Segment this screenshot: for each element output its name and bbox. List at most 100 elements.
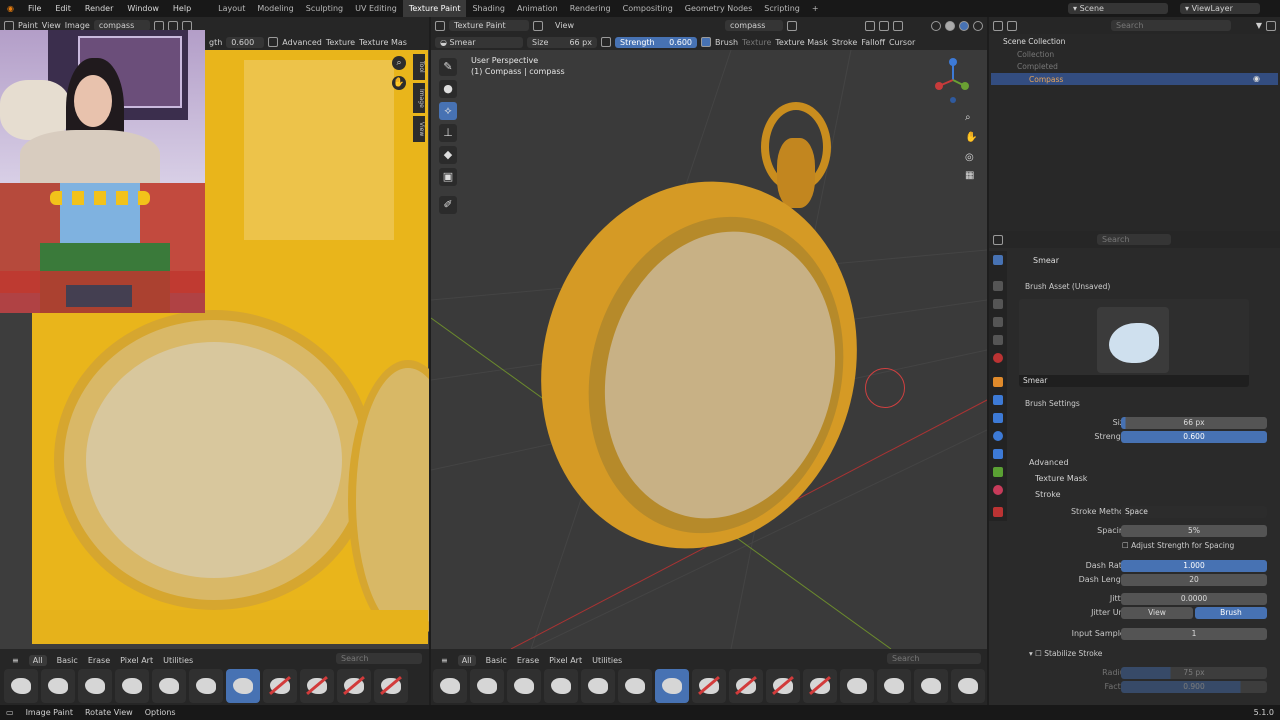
workspace-tab-modeling[interactable]: Modeling <box>251 0 299 17</box>
tool-fill-icon[interactable]: ● <box>439 80 457 98</box>
shading-solid-icon[interactable] <box>945 20 955 31</box>
brush-thumb-erase[interactable] <box>803 669 837 703</box>
scene-tab-icon[interactable] <box>993 335 1003 345</box>
dash-length-field[interactable]: 20 <box>1121 574 1267 586</box>
outliner-item-completed[interactable]: Completed <box>1017 62 1058 71</box>
viewport-zoom-icon[interactable]: ⌕ <box>965 112 979 126</box>
shelf-search-viewport[interactable]: Search <box>887 653 981 664</box>
workspace-tab-animation[interactable]: Animation <box>511 0 564 17</box>
input-samples-field[interactable]: 1 <box>1121 628 1267 640</box>
navigation-gizmo[interactable] <box>931 56 977 106</box>
brush-thumb[interactable] <box>4 669 38 703</box>
workspace-tab-geometry-nodes[interactable]: Geometry Nodes <box>679 0 758 17</box>
output-tab-icon[interactable] <box>993 299 1003 309</box>
shading-material-icon[interactable] <box>959 20 969 31</box>
menu-window[interactable]: Window <box>120 4 166 13</box>
mode-selector[interactable]: Texture Paint <box>449 20 529 31</box>
brush-thumb-erase[interactable] <box>300 669 334 703</box>
blender-logo-icon[interactable]: ◉ <box>0 4 21 13</box>
stabilize-stroke-section[interactable]: ▾ ☐ Stabilize Stroke <box>1029 649 1102 658</box>
menu-file[interactable]: File <box>21 4 48 13</box>
side-tab-image[interactable]: Image <box>413 83 425 113</box>
image-editor-image-menu[interactable]: Image <box>65 21 90 30</box>
jitter-field[interactable]: 0.0000 <box>1121 593 1267 605</box>
tool-tab-icon[interactable] <box>993 255 1003 265</box>
jitter-unit-view[interactable]: View <box>1121 607 1193 619</box>
brush-menu[interactable]: Brush <box>715 38 738 47</box>
shelf-tab-pixel-art[interactable]: Pixel Art <box>120 656 153 665</box>
brush-thumb[interactable] <box>840 669 874 703</box>
brush-thumb[interactable] <box>152 669 186 703</box>
shelf-tab-utilities[interactable]: Utilities <box>592 656 622 665</box>
strength-field[interactable]: 0.600 <box>1121 431 1267 443</box>
camera-icon[interactable]: ◎ <box>965 152 979 166</box>
brush-selector[interactable]: ◒ Smear <box>435 36 523 48</box>
particles-tab-icon[interactable] <box>993 413 1003 423</box>
outliner-type-icon[interactable] <box>993 20 1003 31</box>
material-icon[interactable] <box>787 20 797 31</box>
tool-paint-brush-icon[interactable]: ✎ <box>439 58 457 76</box>
brush-settings-header[interactable]: Brush Settings <box>1025 399 1080 408</box>
visibility-eye-icon[interactable]: ◉ <box>1253 74 1260 83</box>
filter-icon[interactable]: ▼ <box>1256 21 1262 30</box>
view-layer-selector[interactable]: ▾ ViewLayer <box>1180 3 1260 14</box>
texture-mask-menu-header[interactable]: Texture Mask <box>775 38 827 47</box>
shelf-tab-basic[interactable]: Basic <box>486 656 507 665</box>
image-strength-field[interactable]: 0.600 <box>226 36 265 48</box>
brush-asset-preview[interactable]: Smear <box>1019 299 1249 387</box>
workspace-tab-rendering[interactable]: Rendering <box>564 0 617 17</box>
add-workspace-button[interactable]: + <box>806 0 825 17</box>
object-selector[interactable]: compass <box>725 20 783 31</box>
material-tab-icon[interactable] <box>993 485 1003 495</box>
image-browse-icon[interactable] <box>153 20 164 31</box>
viewport-pan-icon[interactable]: ✋ <box>965 132 979 146</box>
tool-annotate-icon[interactable]: ✐ <box>439 196 457 214</box>
3d-viewport[interactable]: User Perspective (1) Compass | compass ✎… <box>431 50 987 649</box>
shelf-tab-all[interactable]: All <box>457 654 476 666</box>
texture-menu[interactable]: Texture <box>326 38 355 47</box>
shelf-tab-pixel-art[interactable]: Pixel Art <box>549 656 582 665</box>
brush-thumb-erase[interactable] <box>729 669 763 703</box>
factor-field[interactable]: 0.900 <box>1121 681 1267 693</box>
workspace-tab-sculpting[interactable]: Sculpting <box>300 0 349 17</box>
side-tab-tool[interactable]: Tool <box>413 54 425 80</box>
texture-mask-section[interactable]: Texture Mask <box>1035 474 1087 483</box>
texture-mask-menu[interactable]: Texture Mas <box>359 38 407 47</box>
falloff-menu[interactable]: Falloff <box>861 38 885 47</box>
brush-thumb[interactable] <box>189 669 223 703</box>
shelf-menu-icon[interactable]: ≡ <box>12 656 19 665</box>
editor-type-icon[interactable] <box>4 20 14 31</box>
object-tab-icon[interactable] <box>993 377 1003 387</box>
brush-thumb[interactable] <box>115 669 149 703</box>
image-editor-mode[interactable]: Paint <box>18 21 38 30</box>
shelf-tab-all[interactable]: All <box>28 654 47 666</box>
outliner-search-input[interactable]: Search <box>1111 20 1231 31</box>
spacing-field[interactable]: 5% <box>1121 525 1267 537</box>
world-tab-icon[interactable] <box>993 353 1003 363</box>
brush-thumb[interactable] <box>470 669 504 703</box>
data-tab-icon[interactable] <box>993 467 1003 477</box>
size-pressure-icon[interactable] <box>601 37 611 47</box>
texture-tab-icon[interactable] <box>993 507 1003 517</box>
shelf-tab-utilities[interactable]: Utilities <box>163 656 193 665</box>
tool-mask-icon[interactable]: ▣ <box>439 168 457 186</box>
texture-menu-header[interactable]: Texture <box>742 38 771 47</box>
workspace-tab-texture-paint[interactable]: Texture Paint <box>402 0 467 17</box>
outliner-item-compass-row[interactable]: Compass ◉ <box>991 73 1278 85</box>
image-editor-view-menu[interactable]: View <box>42 21 61 30</box>
tool-soften-icon[interactable]: ◆ <box>439 146 457 164</box>
menu-edit[interactable]: Edit <box>48 4 78 13</box>
brush-thumb-erase[interactable] <box>337 669 371 703</box>
brush-asset-header[interactable]: Brush Asset (Unsaved) <box>1025 282 1110 291</box>
adjust-strength-checkbox[interactable]: ☐ Adjust Strength for Spacing <box>1122 541 1272 550</box>
scene-collection-label[interactable]: Scene Collection <box>1003 37 1065 46</box>
workspace-tab-scripting[interactable]: Scripting <box>758 0 806 17</box>
constraints-tab-icon[interactable] <box>993 449 1003 459</box>
properties-search-input[interactable]: Search <box>1097 234 1171 245</box>
properties-type-icon[interactable] <box>993 234 1003 245</box>
brush-thumb[interactable] <box>41 669 75 703</box>
physics-tab-icon[interactable] <box>993 431 1003 441</box>
advanced-section[interactable]: Advanced <box>1029 458 1069 467</box>
workspace-tab-shading[interactable]: Shading <box>466 0 511 17</box>
strength-field[interactable]: Strength 0.600 <box>615 36 697 48</box>
